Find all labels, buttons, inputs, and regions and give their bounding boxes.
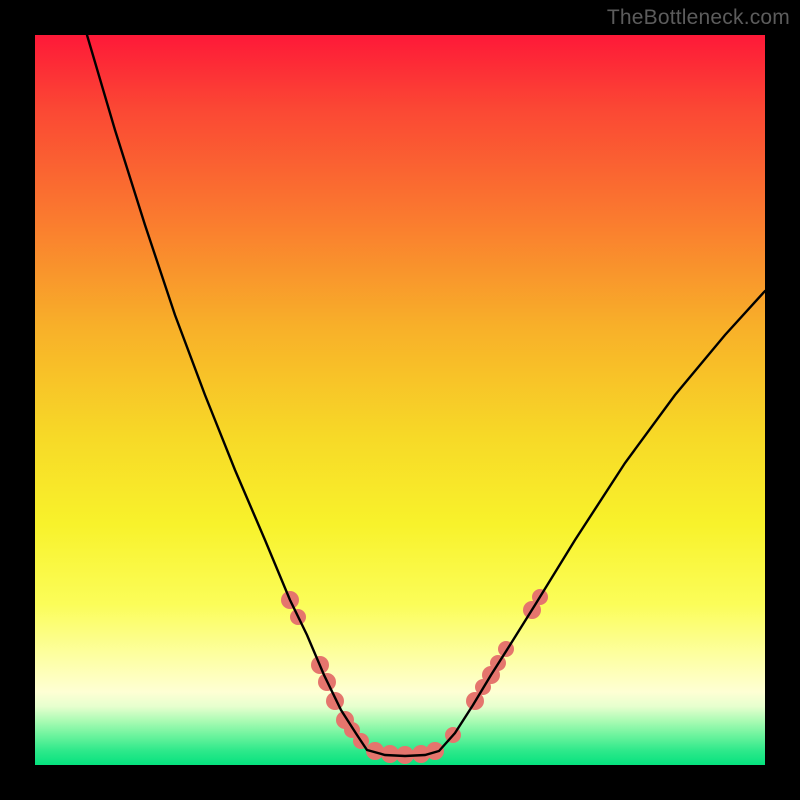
curve-line <box>87 35 765 756</box>
watermark-text: TheBottleneck.com <box>607 6 790 30</box>
chart-frame: TheBottleneck.com <box>0 0 800 800</box>
bottleneck-curve <box>35 35 765 765</box>
plot-area <box>35 35 765 765</box>
data-dot <box>326 692 344 710</box>
data-dots <box>281 589 548 764</box>
